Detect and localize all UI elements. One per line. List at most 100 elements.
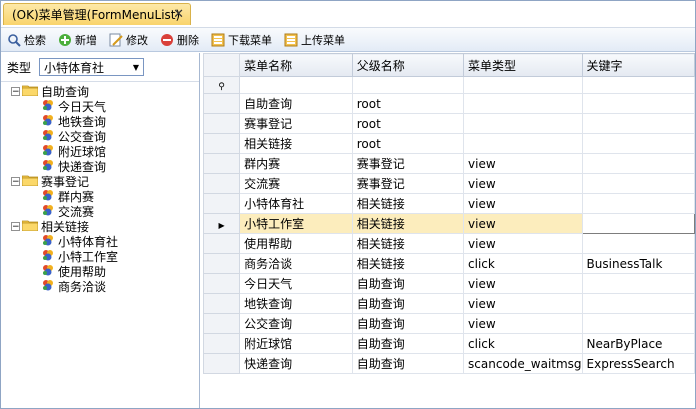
- table-cell[interactable]: view: [463, 273, 583, 294]
- table-cell[interactable]: NearByPlace: [581, 333, 696, 354]
- table-cell[interactable]: 自助查询: [351, 293, 465, 314]
- table-cell[interactable]: ExpressSearch: [581, 353, 696, 374]
- filter-cell[interactable]: [581, 76, 696, 94]
- tree-group[interactable]: − 赛事登记: [1, 174, 199, 189]
- table-cell[interactable]: 赛事登记: [239, 113, 353, 134]
- table-row[interactable]: 公交查询 自助查询 view: [202, 313, 696, 334]
- table-cell[interactable]: [581, 113, 696, 134]
- table-cell[interactable]: 相关链接: [351, 253, 465, 274]
- tree-group[interactable]: − 自助查询: [1, 84, 199, 99]
- table-row[interactable]: 使用帮助 相关链接 view: [202, 233, 696, 254]
- table-row[interactable]: 地铁查询 自助查询 view: [202, 293, 696, 314]
- collapse-icon[interactable]: −: [11, 222, 20, 232]
- table-cell[interactable]: 公交查询: [239, 313, 353, 334]
- row-header[interactable]: [202, 193, 241, 214]
- table-row[interactable]: 交流赛 赛事登记 view: [202, 173, 696, 194]
- table-cell[interactable]: view: [463, 173, 583, 194]
- tree-item[interactable]: 群内赛: [1, 189, 199, 204]
- table-cell[interactable]: [581, 233, 696, 254]
- row-header[interactable]: [202, 93, 241, 114]
- row-header[interactable]: [202, 153, 241, 174]
- table-row[interactable]: 小特体育社 相关链接 view: [202, 193, 696, 214]
- row-header[interactable]: [202, 273, 241, 294]
- tree-item[interactable]: 小特体育社: [1, 234, 199, 249]
- table-cell[interactable]: view: [463, 233, 583, 254]
- table-cell[interactable]: [463, 113, 583, 134]
- tree-item[interactable]: 快递查询: [1, 159, 199, 174]
- tree-item[interactable]: 小特工作室: [1, 249, 199, 264]
- table-cell[interactable]: 群内赛: [239, 153, 353, 174]
- table-cell[interactable]: 自助查询: [239, 93, 353, 114]
- filter-cell[interactable]: [239, 76, 353, 94]
- close-icon[interactable]: ✕: [173, 7, 184, 22]
- table-cell[interactable]: 附近球馆: [239, 333, 353, 354]
- row-header[interactable]: [202, 353, 241, 374]
- table-row[interactable]: ▶ 小特工作室 相关链接 view: [202, 213, 696, 234]
- table-cell[interactable]: 地铁查询: [239, 293, 353, 314]
- table-cell[interactable]: 小特工作室: [239, 213, 353, 234]
- row-header[interactable]: [202, 233, 241, 254]
- table-cell[interactable]: view: [463, 153, 583, 174]
- table-cell[interactable]: [581, 273, 696, 294]
- table-cell[interactable]: 相关链接: [351, 233, 465, 254]
- upload-menu-button[interactable]: 上传菜单: [282, 30, 347, 50]
- tree-item[interactable]: 交流赛: [1, 204, 199, 219]
- table-cell[interactable]: [581, 133, 696, 154]
- table-cell[interactable]: scancode_waitmsg: [463, 353, 583, 374]
- table-row[interactable]: 自助查询 root: [202, 93, 696, 114]
- row-header[interactable]: ▶: [202, 213, 241, 234]
- table-cell[interactable]: 自助查询: [351, 333, 465, 354]
- tree-item[interactable]: 附近球馆: [1, 144, 199, 159]
- table-row[interactable]: 附近球馆 自助查询 click NearByPlace: [202, 333, 696, 354]
- table-cell[interactable]: root: [351, 113, 465, 134]
- table-cell[interactable]: [581, 293, 696, 314]
- table-cell[interactable]: 快递查询: [239, 353, 353, 374]
- column-header-keyword[interactable]: 关键字: [581, 53, 696, 77]
- table-cell[interactable]: [463, 133, 583, 154]
- table-cell[interactable]: 自助查询: [351, 273, 465, 294]
- tree-item[interactable]: 使用帮助: [1, 264, 199, 279]
- table-cell[interactable]: view: [463, 213, 583, 234]
- row-header[interactable]: [202, 253, 241, 274]
- column-header-parent[interactable]: 父级名称: [351, 53, 465, 77]
- edit-button[interactable]: 修改: [107, 30, 150, 50]
- filter-cell[interactable]: [351, 76, 465, 94]
- row-header[interactable]: [202, 133, 241, 154]
- table-cell[interactable]: 相关链接: [239, 133, 353, 154]
- table-cell[interactable]: 自助查询: [351, 353, 465, 374]
- table-cell[interactable]: [581, 193, 696, 214]
- table-cell[interactable]: [463, 93, 583, 114]
- table-cell[interactable]: 赛事登记: [351, 153, 465, 174]
- table-cell[interactable]: 小特体育社: [239, 193, 353, 214]
- row-header[interactable]: [202, 173, 241, 194]
- add-button[interactable]: 新增: [56, 30, 99, 50]
- tree-item[interactable]: 商务洽谈: [1, 279, 199, 294]
- delete-button[interactable]: 删除: [158, 30, 201, 50]
- tree-group[interactable]: − 相关链接: [1, 219, 199, 234]
- tree-item[interactable]: 公交查询: [1, 129, 199, 144]
- table-cell[interactable]: 交流赛: [239, 173, 353, 194]
- table-cell[interactable]: 自助查询: [351, 313, 465, 334]
- tab-menu-management[interactable]: (OK)菜单管理(FormMenuList) ✕: [3, 3, 191, 25]
- download-menu-button[interactable]: 下载菜单: [209, 30, 274, 50]
- table-cell[interactable]: view: [463, 293, 583, 314]
- table-cell[interactable]: view: [463, 313, 583, 334]
- column-header-type[interactable]: 菜单类型: [463, 53, 583, 77]
- row-header[interactable]: [202, 113, 241, 134]
- table-row[interactable]: 群内赛 赛事登记 view: [202, 153, 696, 174]
- table-cell[interactable]: 赛事登记: [351, 173, 465, 194]
- table-cell[interactable]: BusinessTalk: [581, 253, 696, 274]
- table-cell[interactable]: click: [463, 333, 583, 354]
- table-cell[interactable]: view: [463, 193, 583, 214]
- table-cell[interactable]: click: [463, 253, 583, 274]
- table-cell[interactable]: [581, 93, 696, 114]
- column-header-name[interactable]: 菜单名称: [239, 53, 353, 77]
- table-cell[interactable]: [581, 173, 696, 194]
- filter-cell[interactable]: [463, 76, 583, 94]
- table-row[interactable]: 相关链接 root: [202, 133, 696, 154]
- table-cell[interactable]: [581, 153, 696, 174]
- tree-item[interactable]: 今日天气: [1, 99, 199, 114]
- table-cell[interactable]: 相关链接: [351, 193, 465, 214]
- row-header[interactable]: [202, 313, 241, 334]
- table-cell[interactable]: 使用帮助: [239, 233, 353, 254]
